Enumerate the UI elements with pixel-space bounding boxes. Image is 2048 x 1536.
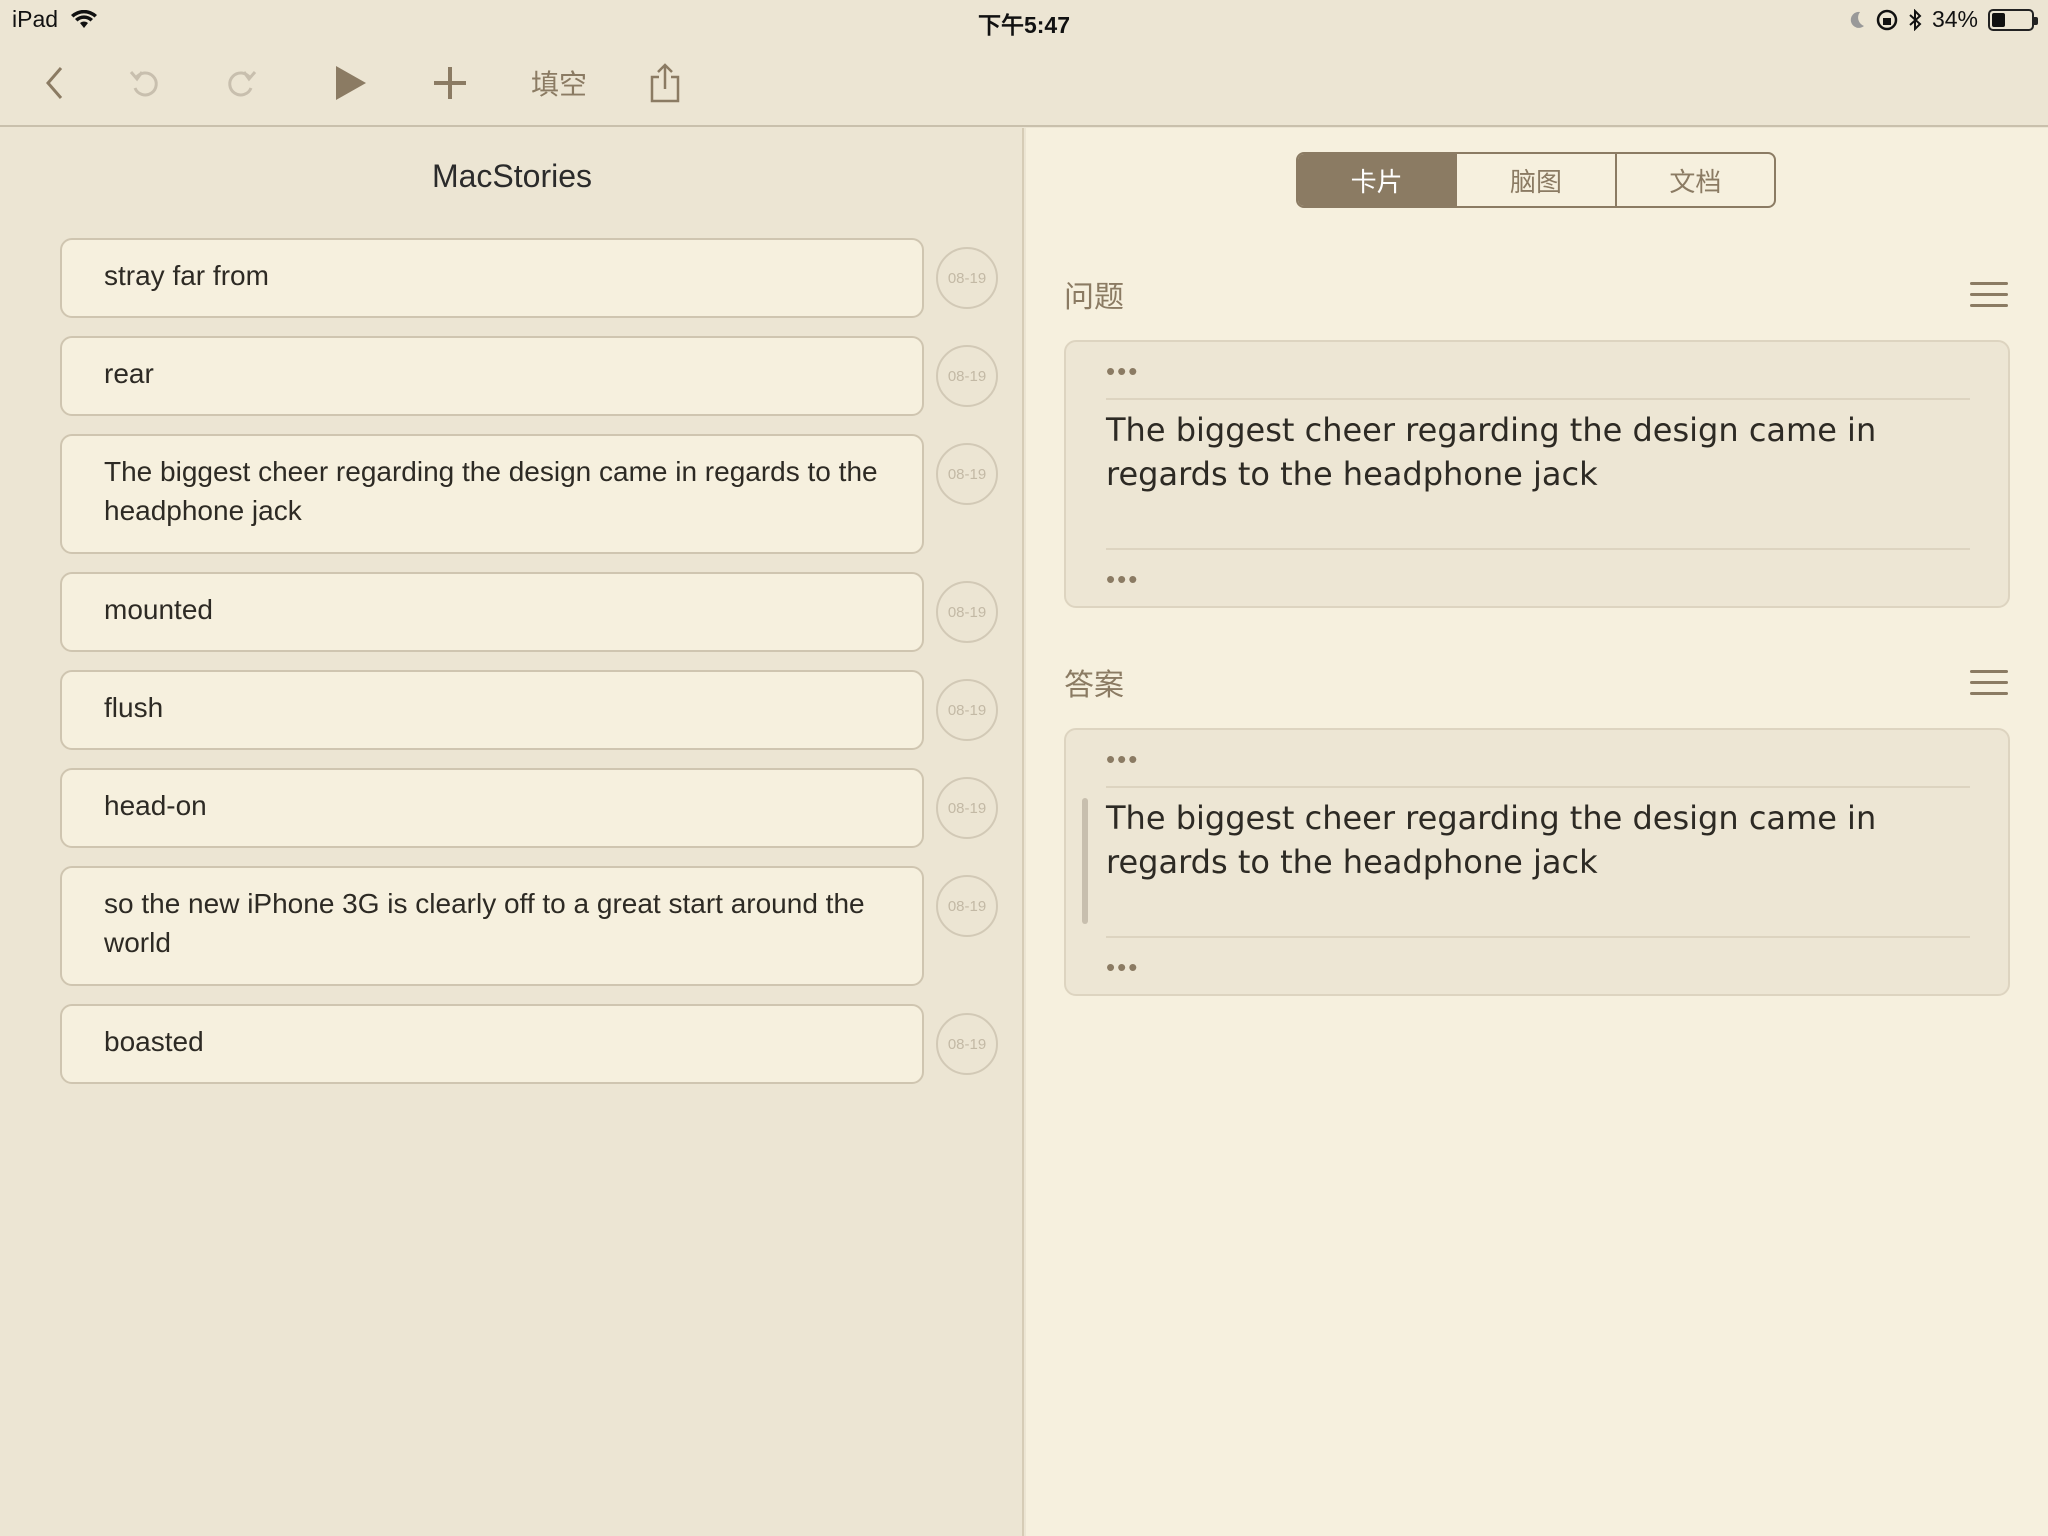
divider	[1106, 936, 1970, 938]
plus-icon	[434, 67, 466, 99]
chevron-left-icon	[46, 67, 63, 99]
more-dots-icon[interactable]: •••	[1106, 744, 1139, 775]
divider	[1106, 548, 1970, 550]
tab-card[interactable]: 卡片	[1298, 154, 1458, 206]
more-dots-icon[interactable]: •••	[1106, 356, 1139, 387]
add-button[interactable]	[430, 58, 470, 108]
list-item-text[interactable]: The biggest cheer regarding the design c…	[60, 434, 924, 554]
view-mode-segmented-control: 卡片 脑图 文档	[1296, 152, 1776, 208]
tab-document[interactable]: 文档	[1617, 154, 1774, 206]
hamburger-line	[1970, 293, 2008, 296]
share-button[interactable]	[646, 58, 684, 108]
date-badge: 08-19	[936, 247, 998, 309]
list-item-text[interactable]: boasted	[60, 1004, 924, 1084]
date-badge: 08-19	[936, 777, 998, 839]
undo-icon	[129, 71, 158, 97]
tab-mindmap[interactable]: 脑图	[1457, 154, 1617, 206]
hamburger-icon	[1970, 670, 2008, 673]
bluetooth-icon	[1909, 8, 1922, 31]
list-item-text[interactable]: stray far from	[60, 238, 924, 318]
hamburger-line	[1970, 681, 2008, 684]
more-dots-icon[interactable]: •••	[1106, 952, 1139, 983]
list-item-text[interactable]: so the new iPhone 3G is clearly off to a…	[60, 866, 924, 986]
date-badge: 08-19	[936, 443, 998, 505]
list-item-text[interactable]: rear	[60, 336, 924, 416]
hamburger-line	[1970, 304, 2008, 307]
battery-fill	[1992, 12, 2005, 27]
answer-text[interactable]: The biggest cheer regarding the design c…	[1106, 796, 1986, 884]
list-item-text[interactable]: mounted	[60, 572, 924, 652]
status-time: 下午5:47	[977, 12, 1071, 38]
list-item-text[interactable]: flush	[60, 670, 924, 750]
battery-tip	[2034, 16, 2038, 25]
question-text[interactable]: The biggest cheer regarding the design c…	[1106, 408, 1986, 496]
deck-title: MacStories	[431, 158, 593, 194]
list-item-text[interactable]: head-on	[60, 768, 924, 848]
date-badge: 08-19	[936, 679, 998, 741]
undo-button[interactable]	[124, 58, 164, 108]
question-menu-button[interactable]	[1970, 282, 2010, 310]
card-detail-pane: 卡片 脑图 文档 问题 ••• The biggest cheer regard…	[1026, 128, 2048, 1536]
card-list-pane: MacStories stray far from 08-19 rear 08-…	[0, 128, 1024, 1536]
divider	[1106, 786, 1970, 788]
status-bar: iPad 下午5:47 34%	[0, 0, 2048, 40]
date-badge: 08-19	[936, 875, 998, 937]
play-icon	[336, 66, 366, 100]
cloze-button[interactable]: 填空	[528, 58, 590, 108]
question-card[interactable]: ••• The biggest cheer regarding the desi…	[1064, 340, 2010, 608]
hamburger-icon	[1970, 282, 2008, 285]
battery-icon	[1988, 8, 2038, 31]
redo-button[interactable]	[222, 58, 262, 108]
question-label: 问题	[1064, 281, 1124, 314]
status-right: 34%	[1848, 6, 2038, 33]
play-button[interactable]	[330, 58, 370, 108]
battery-percent: 34%	[1931, 6, 1978, 32]
moon-icon	[1850, 11, 1864, 28]
date-badge: 08-19	[936, 581, 998, 643]
quote-bar	[1082, 798, 1088, 924]
answer-card[interactable]: ••• The biggest cheer regarding the desi…	[1064, 728, 2010, 996]
redo-icon	[228, 71, 257, 97]
more-dots-icon[interactable]: •••	[1106, 564, 1139, 595]
orientation-lock-icon	[1876, 9, 1898, 30]
date-badge: 08-19	[936, 345, 998, 407]
toolbar: 填空	[0, 40, 2048, 127]
date-badge: 08-19	[936, 1013, 998, 1075]
answer-label: 答案	[1064, 669, 1124, 702]
share-icon	[650, 63, 680, 103]
divider	[1106, 398, 1970, 400]
answer-menu-button[interactable]	[1970, 670, 2010, 698]
hamburger-line	[1970, 692, 2008, 695]
back-button[interactable]	[36, 58, 72, 108]
